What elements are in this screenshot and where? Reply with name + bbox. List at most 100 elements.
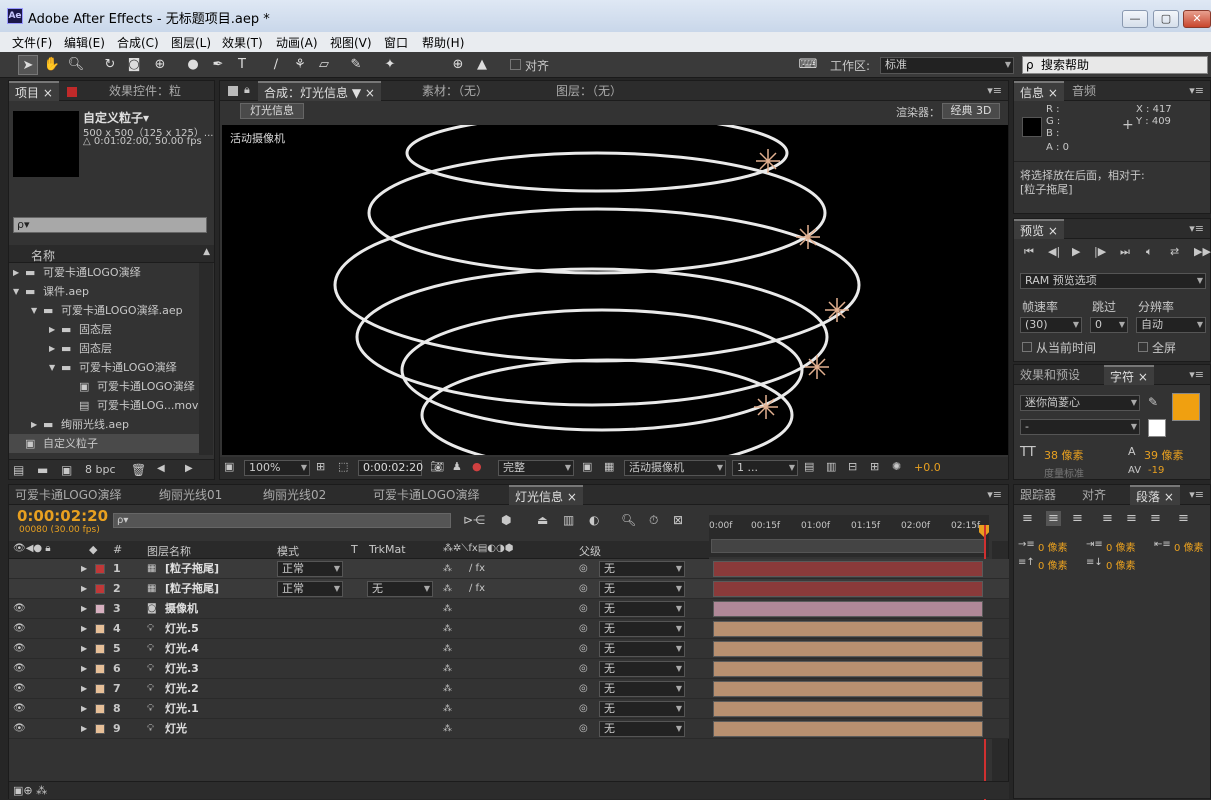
- puppet-tool-icon[interactable]: ✦: [380, 55, 400, 75]
- bpc-label[interactable]: 8 bpc: [85, 463, 116, 476]
- timeline-timecode[interactable]: 0:00:02:20: [17, 507, 108, 525]
- lock-icon[interactable]: 🔒︎: [244, 83, 250, 97]
- shy-switch-icon[interactable]: ⁂: [443, 579, 452, 599]
- comp-name-button[interactable]: 灯光信息: [240, 103, 304, 119]
- paragraph-menu-icon[interactable]: ▾≡: [1189, 488, 1204, 501]
- layer-duration-bar[interactable]: [713, 681, 983, 697]
- tracking-value[interactable]: -19: [1148, 465, 1164, 476]
- snapshot-icon[interactable]: 📷︎: [430, 460, 444, 473]
- view-dropdown[interactable]: 活动摄像机 ▼: [624, 460, 726, 476]
- shy-switch-icon[interactable]: ⁂: [443, 619, 452, 639]
- pick-whip-icon[interactable]: ◎: [579, 559, 588, 579]
- pick-whip-icon[interactable]: ◎: [579, 719, 588, 739]
- info-menu-icon[interactable]: ▾≡: [1189, 84, 1204, 97]
- project-scrollbar[interactable]: [199, 263, 213, 455]
- menu-layer[interactable]: 图层(L): [171, 34, 211, 51]
- layer-duration-bar[interactable]: [713, 601, 983, 617]
- new-comp-icon[interactable]: ▣: [61, 463, 72, 477]
- skip-dropdown[interactable]: 0 ▼: [1090, 317, 1128, 333]
- column-layer-name[interactable]: 图层名称: [147, 543, 191, 559]
- flowchart-icon[interactable]: ⊞: [870, 460, 879, 473]
- layer-name[interactable]: 灯光.2: [165, 679, 199, 699]
- current-time-display[interactable]: 0:00:02:20: [358, 460, 423, 476]
- layer-label-color[interactable]: [95, 584, 105, 594]
- layer-label-color[interactable]: [95, 664, 105, 674]
- justify-left-icon[interactable]: ≡: [1102, 511, 1113, 526]
- layer-name[interactable]: 灯光.5: [165, 619, 199, 639]
- from-current-checkbox[interactable]: [1022, 342, 1032, 352]
- tab-timeline-active[interactable]: 灯光信息 ×: [509, 485, 583, 505]
- layer-duration-bar[interactable]: [713, 701, 983, 717]
- expand-arrow-icon[interactable]: ▼: [49, 358, 55, 378]
- pick-whip-icon[interactable]: ◎: [579, 659, 588, 679]
- pick-whip-icon[interactable]: ◎: [579, 579, 588, 599]
- preview-menu-icon[interactable]: ▾≡: [1189, 222, 1204, 235]
- shy-layers-icon[interactable]: ⏏: [537, 513, 548, 527]
- mask-visibility-icon[interactable]: ⬚: [338, 460, 348, 473]
- work-area-bar[interactable]: [711, 539, 985, 553]
- align-checkbox[interactable]: [510, 59, 521, 70]
- visibility-icon[interactable]: 👁: [13, 679, 26, 699]
- menu-file[interactable]: 文件(F): [12, 34, 52, 51]
- resolution-dropdown[interactable]: 完整 ▼: [498, 460, 574, 476]
- layer-name[interactable]: [粒子拖尾]: [165, 559, 219, 579]
- align-center-icon[interactable]: ≡: [1046, 511, 1061, 526]
- auto-keyframe-icon[interactable]: ⏱: [649, 513, 658, 528]
- expand-arrow-icon[interactable]: ▶: [31, 415, 37, 435]
- visibility-icon[interactable]: 👁: [13, 719, 26, 739]
- layer-name[interactable]: 灯光.1: [165, 699, 199, 719]
- eyedropper-icon[interactable]: ✎: [1148, 395, 1158, 409]
- layer-row[interactable]: 👁 ▶ 4 💡︎ 灯光.5 ⁂ ◎ 无 ▼: [9, 619, 1009, 639]
- parent-dropdown[interactable]: 无 ▼: [599, 681, 685, 697]
- zoom-dropdown[interactable]: 100% ▼: [244, 460, 310, 476]
- visibility-icon[interactable]: 👁: [13, 659, 26, 679]
- scroll-left-icon[interactable]: ◀: [157, 463, 165, 474]
- expand-arrow-icon[interactable]: ▶: [81, 619, 87, 639]
- stroke-color-swatch[interactable]: [1148, 419, 1166, 437]
- leading-value[interactable]: 39 像素: [1144, 447, 1184, 463]
- renderer-button[interactable]: 经典 3D: [942, 103, 1000, 119]
- tab-character[interactable]: 字符 ×: [1104, 365, 1154, 385]
- pen-tool-icon[interactable]: ✒: [208, 55, 228, 75]
- parent-dropdown[interactable]: 无 ▼: [599, 701, 685, 717]
- layer-row[interactable]: 👁 ▶ 7 💡︎ 灯光.2 ⁂ ◎ 无 ▼: [9, 679, 1009, 699]
- expand-arrow-icon[interactable]: ▶: [81, 599, 87, 619]
- parent-dropdown[interactable]: 无 ▼: [599, 641, 685, 657]
- maximize-button[interactable]: ▢: [1153, 10, 1179, 28]
- tab-project[interactable]: 项目 ×: [9, 81, 59, 101]
- always-preview-icon[interactable]: ▣: [224, 460, 234, 473]
- visibility-icon[interactable]: 👁: [13, 599, 26, 619]
- shy-switch-icon[interactable]: ⁂: [443, 699, 452, 719]
- search-help-input[interactable]: ρ 搜索帮助: [1022, 56, 1208, 74]
- fill-color-swatch[interactable]: [1172, 393, 1200, 421]
- mask-tool-icon[interactable]: ●: [183, 55, 203, 75]
- tracking-label[interactable]: 度量标准: [1044, 465, 1084, 480]
- draft-3d-icon[interactable]: ⬢: [501, 513, 511, 527]
- indent-right-value[interactable]: 0 像素: [1106, 539, 1136, 554]
- zoom-tool-icon[interactable]: 🔍︎: [66, 55, 86, 75]
- menu-window[interactable]: 窗口: [384, 34, 408, 51]
- layer-name[interactable]: [粒子拖尾]: [165, 579, 219, 599]
- visibility-icon[interactable]: 👁: [13, 619, 26, 639]
- layer-duration-bar[interactable]: [713, 641, 983, 657]
- expand-arrow-icon[interactable]: ▶: [81, 659, 87, 679]
- project-item[interactable]: ▼ ▬ 可爱卡通LOGO演绎: [9, 358, 199, 377]
- shy-switch-icon[interactable]: ⁂: [443, 639, 452, 659]
- menu-animation[interactable]: 动画(A): [276, 34, 318, 51]
- tab-tracker[interactable]: 跟踪器: [1014, 485, 1062, 505]
- fx-switch-icon[interactable]: ∕ fx: [469, 579, 485, 599]
- layer-label-color[interactable]: [95, 564, 105, 574]
- exposure-icon[interactable]: ✺: [892, 460, 901, 473]
- layer-row[interactable]: 👁 ▶ 9 💡︎ 灯光 ⁂ ◎ 无 ▼: [9, 719, 1009, 739]
- graph-editor-icon[interactable]: ⊠: [673, 513, 683, 527]
- prev-frame-icon[interactable]: ◀|: [1048, 245, 1060, 258]
- scroll-right-icon[interactable]: ▶: [185, 463, 193, 474]
- parent-dropdown[interactable]: 无 ▼: [599, 621, 685, 637]
- tab-timeline-1[interactable]: 可爱卡通LOGO演绎: [9, 485, 127, 505]
- layer-label-color[interactable]: [95, 644, 105, 654]
- tab-timeline-3[interactable]: 绚丽光线02: [257, 485, 332, 505]
- last-frame-icon[interactable]: ⏭: [1120, 245, 1130, 259]
- interpret-footage-icon[interactable]: ▤: [13, 463, 24, 477]
- camera-tool-icon[interactable]: ◙: [124, 55, 144, 75]
- workspace-dropdown[interactable]: 标准 ▼: [880, 57, 1014, 74]
